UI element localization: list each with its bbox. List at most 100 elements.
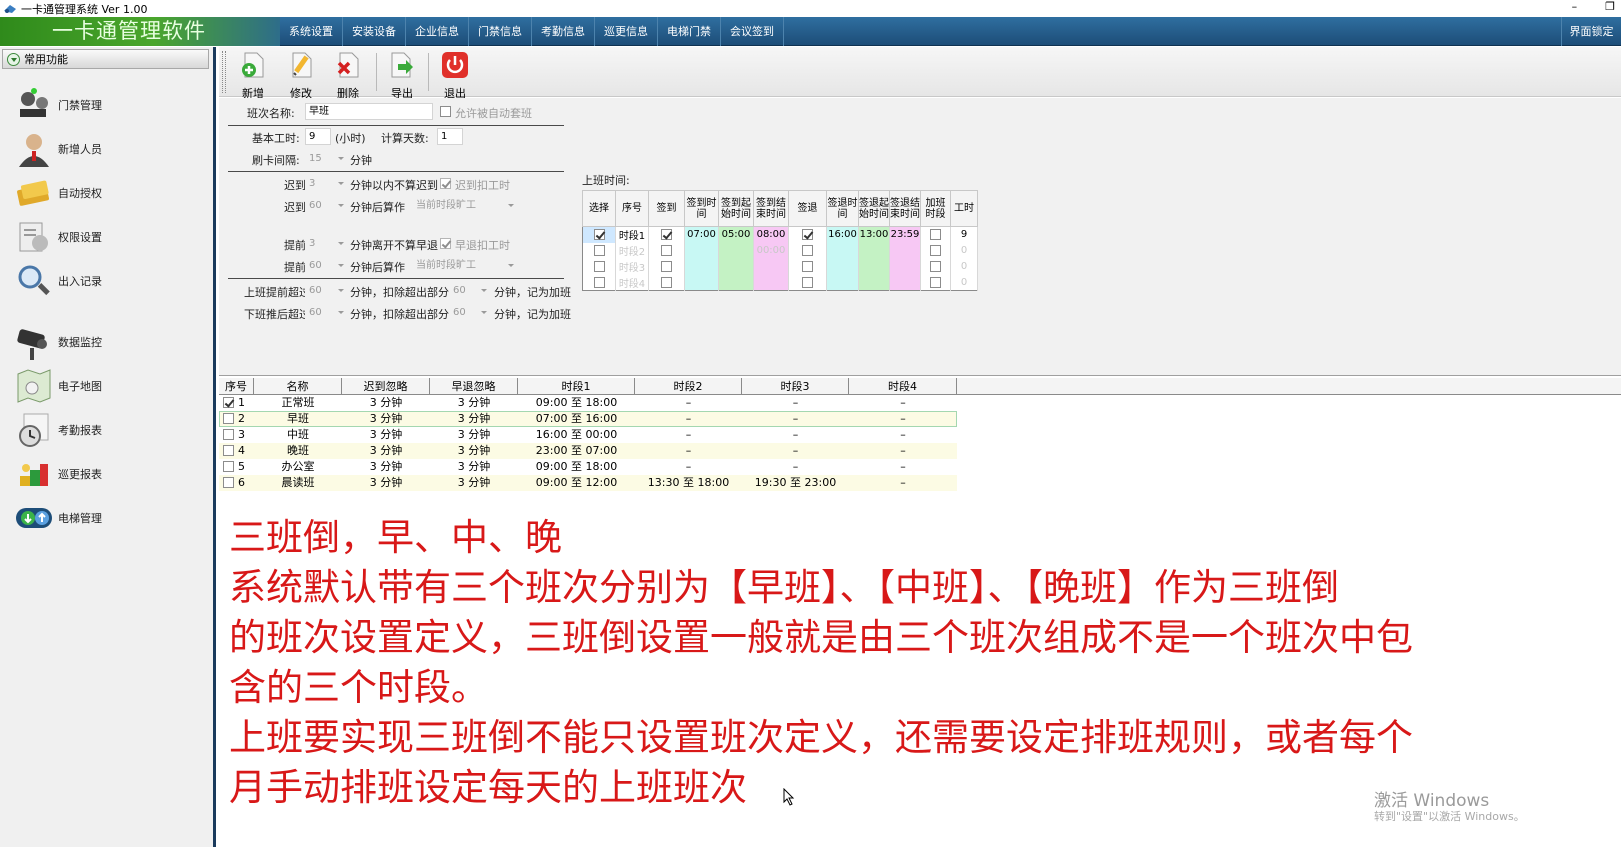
sidebar-item-access-records[interactable]: 出入记录: [14, 261, 204, 301]
collapse-icon[interactable]: [7, 52, 20, 66]
th-early[interactable]: 早退忽略: [430, 378, 518, 395]
slot-checkout-end[interactable]: [889, 258, 921, 275]
ot-before-dropdown-icon[interactable]: [338, 289, 344, 292]
menu-install-device[interactable]: 安装设备: [343, 17, 406, 46]
row-checkbox[interactable]: [223, 461, 234, 472]
slot-checkout[interactable]: [788, 226, 827, 243]
late-deduct-checkbox[interactable]: [440, 178, 451, 189]
slot-checkout-checkbox[interactable]: [802, 229, 813, 240]
time-slot-row[interactable]: 时段3 0: [582, 258, 978, 275]
exit-button[interactable]: 退出: [432, 49, 478, 100]
menu-elevator-access[interactable]: 电梯门禁: [658, 17, 721, 46]
slot-select[interactable]: [582, 226, 616, 243]
slot-checkin-start[interactable]: 05:00: [718, 226, 754, 243]
time-slot-row[interactable]: 时段1 07:00 05:00 08:00 16:00 13:00 23:59 9: [582, 226, 978, 243]
sidebar-item-patrol-report[interactable]: 巡更报表: [14, 454, 204, 494]
slot-checkin[interactable]: [648, 242, 685, 259]
slot-checkout-time[interactable]: [826, 258, 859, 275]
slot-checkin-time[interactable]: [684, 242, 719, 259]
slot-checkin-time[interactable]: 07:00: [684, 226, 719, 243]
slot-checkin-end[interactable]: 00:00: [753, 242, 789, 259]
table-row[interactable]: 3 中班 3 分钟 3 分钟 16:00 至 00:00 – – –: [219, 427, 957, 443]
sidebar-item-access-control[interactable]: 门禁管理: [14, 85, 204, 125]
early-minutes-input[interactable]: 3: [305, 235, 341, 252]
slot-select[interactable]: [582, 274, 616, 291]
base-hours-input[interactable]: 9: [305, 128, 331, 145]
table-row[interactable]: 5 办公室 3 分钟 3 分钟 09:00 至 18:00 – – –: [219, 459, 957, 475]
slot-checkout-checkbox[interactable]: [802, 244, 813, 256]
ot-after-dropdown-icon[interactable]: [338, 311, 344, 314]
slot-overtime[interactable]: [920, 242, 951, 259]
slot-checkout-start[interactable]: [858, 258, 890, 275]
menu-meeting-checkin[interactable]: 会议签到: [721, 17, 784, 46]
days-input[interactable]: 1: [437, 128, 463, 145]
late-dropdown-icon[interactable]: [338, 182, 344, 185]
early-absent-input[interactable]: 60: [305, 257, 341, 274]
slot-checkin-end[interactable]: 08:00: [753, 226, 789, 243]
slot-checkout-time[interactable]: [826, 242, 859, 259]
slot-overtime-checkbox[interactable]: [930, 260, 941, 272]
slot-checkin-end[interactable]: [753, 274, 789, 291]
early-absent-select[interactable]: 当前时段旷工: [412, 257, 512, 274]
sidebar-item-permission[interactable]: 权限设置: [14, 217, 204, 257]
slot-overtime[interactable]: [920, 274, 951, 291]
slot-overtime-checkbox[interactable]: [930, 276, 941, 288]
menu-patrol-info[interactable]: 巡更信息: [595, 17, 658, 46]
th-period1[interactable]: 时段1: [518, 378, 635, 395]
ot-before-input[interactable]: 60: [305, 282, 341, 299]
slot-select-checkbox[interactable]: [593, 244, 605, 256]
sidebar-item-data-monitor[interactable]: 数据监控: [14, 322, 204, 362]
row-checkbox[interactable]: [223, 429, 234, 440]
sidebar-item-attendance-report[interactable]: 考勤报表: [14, 410, 204, 450]
table-row[interactable]: 6 晨读班 3 分钟 3 分钟 09:00 至 12:00 13:30 至 18:00 19…: [219, 475, 957, 491]
slot-checkout-end[interactable]: [889, 274, 921, 291]
slot-checkout-start[interactable]: [858, 274, 890, 291]
table-row[interactable]: 4 晚班 3 分钟 3 分钟 23:00 至 07:00 – – –: [219, 443, 957, 459]
slot-checkout-checkbox[interactable]: [802, 260, 813, 272]
slot-checkout-time[interactable]: 16:00: [826, 226, 859, 243]
slot-checkin-start[interactable]: [718, 258, 754, 275]
add-button[interactable]: 新增: [230, 49, 276, 100]
slot-overtime[interactable]: [920, 226, 951, 243]
slot-select[interactable]: [582, 242, 616, 259]
slot-checkout[interactable]: [788, 242, 827, 259]
slot-checkin-start[interactable]: [718, 242, 754, 259]
early-dropdown-icon[interactable]: [338, 242, 344, 245]
slot-checkout-end[interactable]: 23:59: [889, 226, 921, 243]
export-button[interactable]: 导出: [379, 49, 425, 100]
time-slot-row[interactable]: 时段2 00:00 0: [582, 242, 978, 259]
slot-checkin-time[interactable]: [684, 258, 719, 275]
shift-name-input[interactable]: 早班: [305, 103, 433, 120]
th-no[interactable]: 序号: [219, 378, 254, 395]
slot-select-checkbox[interactable]: [593, 229, 605, 240]
sidebar-item-add-person[interactable]: 新增人员: [14, 129, 204, 169]
sidebar-header[interactable]: 常用功能: [2, 49, 209, 69]
row-checkbox[interactable]: [223, 445, 234, 456]
restore-button[interactable]: ❐: [1605, 0, 1615, 13]
slot-checkin-checkbox[interactable]: [661, 229, 672, 240]
slot-overtime[interactable]: [920, 258, 951, 275]
slot-checkin-time[interactable]: [684, 274, 719, 291]
early-deduct-checkbox[interactable]: [440, 238, 451, 249]
sidebar-item-auto-authorize[interactable]: 自动授权: [14, 173, 204, 213]
slot-checkin-checkbox[interactable]: [661, 260, 672, 272]
menu-access-info[interactable]: 门禁信息: [469, 17, 532, 46]
slot-checkin-checkbox[interactable]: [661, 276, 672, 288]
row-checkbox[interactable]: [223, 413, 234, 424]
ot-after-dropdown-icon-2[interactable]: [481, 311, 487, 314]
th-period2[interactable]: 时段2: [635, 378, 742, 395]
slot-checkin[interactable]: [648, 258, 685, 275]
slot-checkin-end[interactable]: [753, 258, 789, 275]
early-absent-dropdown-icon[interactable]: [338, 264, 344, 267]
ot-after-input[interactable]: 60: [305, 304, 341, 321]
th-name[interactable]: 名称: [254, 378, 342, 395]
ot-before-dropdown-icon-2[interactable]: [481, 289, 487, 292]
slot-select-checkbox[interactable]: [593, 276, 605, 288]
slot-checkin-start[interactable]: [718, 274, 754, 291]
sidebar-item-e-map[interactable]: 电子地图: [14, 366, 204, 406]
slot-overtime-checkbox[interactable]: [930, 229, 941, 240]
slot-checkout-end[interactable]: [889, 242, 921, 259]
slot-checkout-checkbox[interactable]: [802, 276, 813, 288]
minimize-button[interactable]: –: [1572, 0, 1578, 13]
slot-checkout-start[interactable]: 13:00: [858, 226, 890, 243]
